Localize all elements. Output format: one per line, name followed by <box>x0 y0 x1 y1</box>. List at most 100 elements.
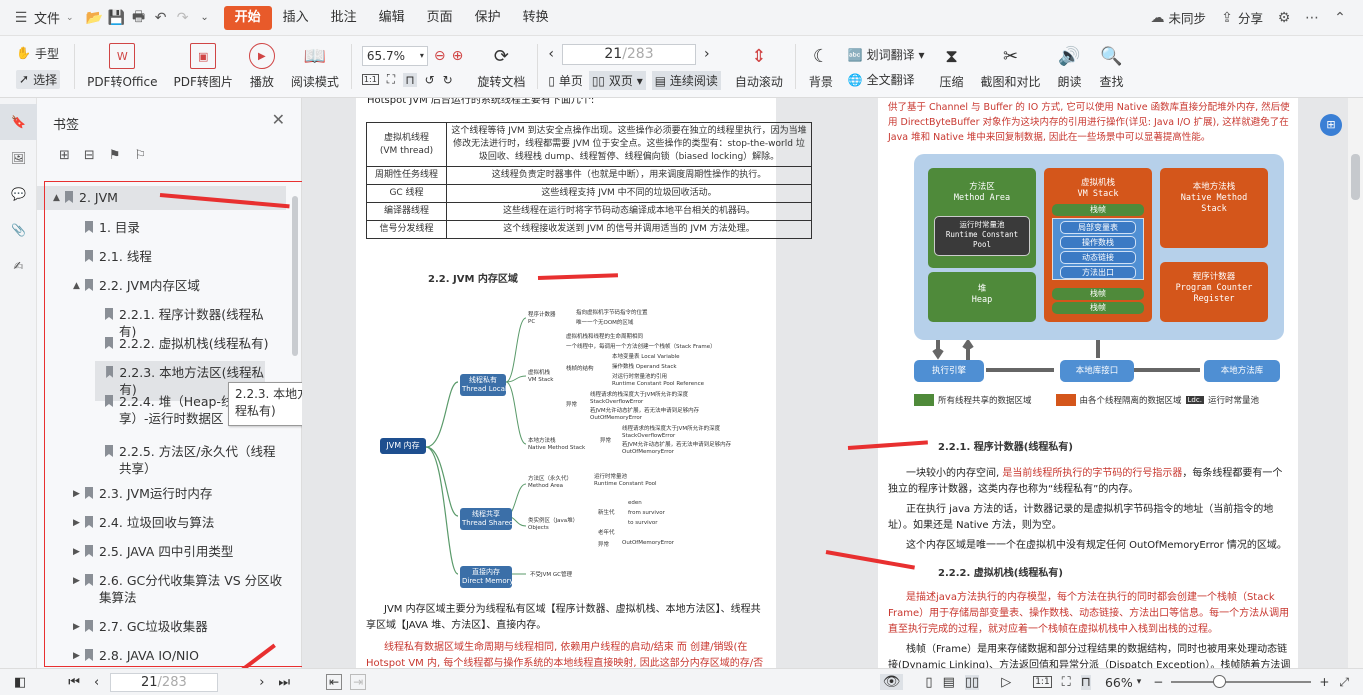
play-icon[interactable]: ▷ <box>1001 675 1011 690</box>
word-translate-button[interactable]: 🔤 划词翻译 ▾ <box>848 46 925 63</box>
page-input[interactable]: 21/283 <box>562 43 696 65</box>
find-button[interactable]: 🔍 查找 <box>1091 36 1133 97</box>
bookmark-icon[interactable]: 🔖 <box>0 104 37 140</box>
background-button[interactable]: ☾ 背景 <box>800 36 842 97</box>
comment-icon[interactable]: 💬 <box>0 176 37 212</box>
actual-size-icon[interactable]: 1:1 <box>361 74 379 85</box>
more-icon[interactable]: ⌄ <box>194 7 216 29</box>
tab-convert[interactable]: 转换 <box>512 6 560 30</box>
first-page-icon[interactable]: ⏮ <box>68 675 80 690</box>
gear-icon[interactable]: ⚙ <box>1273 7 1295 29</box>
sync-status[interactable]: 未同步 <box>1168 8 1206 27</box>
zoom-select[interactable]: 65.7% ▾ <box>361 46 428 66</box>
add-bookmark-icon[interactable]: ⊞ <box>59 148 70 163</box>
scroll-thumb[interactable] <box>1351 154 1360 200</box>
cloud-icon[interactable]: ☁ <box>1146 7 1168 29</box>
para-1: JVM 内存区域主要分为线程私有区域【程序计数器、虚拟机栈、本地方法区】、线程共… <box>366 604 761 631</box>
select-tool[interactable]: ➚ 选择 <box>16 69 61 89</box>
sidebar-toggle-icon[interactable]: ◧ <box>14 675 26 690</box>
remove-bookmark-icon[interactable]: ⊟ <box>84 148 95 163</box>
tab-start[interactable]: 开始 <box>223 5 272 30</box>
screenshot-button[interactable]: ✂ 截图和对比 <box>973 36 1049 97</box>
prev-page-icon[interactable]: ‹ <box>548 46 554 62</box>
undo-icon[interactable]: ↶ <box>150 7 172 29</box>
zoom-out-icon[interactable]: ⊖ <box>434 48 446 64</box>
double-page-button[interactable]: ▯▯ 双页 ▾ <box>588 70 646 90</box>
share-icon[interactable]: ⇪ <box>1216 7 1238 29</box>
para-2: 线程私有数据区域生命周期与线程相同, 依赖用户线程的启动/结束 而 创建/销毁(… <box>366 642 764 668</box>
hamburger-icon[interactable]: ☰ <box>10 7 32 29</box>
chevron-down-icon[interactable]: ▾ <box>1137 677 1142 687</box>
fit-page-icon[interactable]: ⛶ <box>387 72 395 87</box>
close-icon[interactable]: ✕ <box>272 110 285 129</box>
mm-exc: 异常 <box>566 402 578 408</box>
vertical-scrollbar[interactable] <box>1348 98 1363 668</box>
forward-icon[interactable]: ⇥ <box>350 674 367 690</box>
auto-scroll-button[interactable]: ⇕ 自动滚动 <box>727 36 791 97</box>
status-page-input[interactable]: 21/283 <box>110 673 218 692</box>
read-mode-button[interactable]: 📖 阅读模式 <box>283 36 347 97</box>
next-page-icon[interactable]: › <box>704 46 710 62</box>
signature-icon[interactable]: ✍ <box>0 248 37 284</box>
mm-pc: 程序计数器 PC <box>528 312 556 325</box>
more-dots-icon[interactable]: ⋯ <box>1301 7 1323 29</box>
tab-page[interactable]: 页面 <box>416 6 464 30</box>
side-rail: 🔖 🖼 💬 📎 ✍ <box>0 98 37 668</box>
open-folder-icon[interactable]: 📂 <box>84 7 106 29</box>
compress-button[interactable]: ⧗ 压缩 <box>931 36 973 97</box>
chevron-down-icon[interactable]: ⌄ <box>66 13 74 23</box>
document-viewer[interactable]: Hotspot JVM 后台运行的系统线程主要有下面几个: 虚拟机线程 (VM … <box>302 98 1348 668</box>
read-aloud-button[interactable]: 🔊 朗读 <box>1049 36 1091 97</box>
prev-page-icon[interactable]: ‹ <box>94 675 99 690</box>
bookmark-add-icon[interactable]: ⚑ <box>109 148 121 163</box>
back-icon[interactable]: ⇤ <box>326 674 343 690</box>
bookmark-list-icon[interactable]: ⚐ <box>134 148 146 163</box>
share-button[interactable]: 分享 <box>1238 8 1263 27</box>
tab-protect[interactable]: 保护 <box>464 6 512 30</box>
double-view-icon[interactable]: ▯▯ <box>964 674 980 690</box>
heading-221: 2.2.1. 程序计数器(线程私有) <box>938 442 1073 453</box>
attachment-icon[interactable]: 📎 <box>0 212 37 248</box>
table-row: 周期性任务线程 这线程负责定时器事件（也就是中断），用来调度周期性操作的执行。 <box>366 166 812 185</box>
zoom-slider[interactable] <box>1171 675 1312 688</box>
continuous-button[interactable]: ▤ 连续阅读 <box>651 70 721 90</box>
redo-icon[interactable]: ↷ <box>172 7 194 29</box>
tab-insert[interactable]: 插入 <box>272 6 320 30</box>
moon-icon: ☾ <box>812 45 829 67</box>
floating-action-icon[interactable]: ⊞ <box>1320 114 1342 136</box>
single-view-icon[interactable]: ▯ <box>925 675 932 690</box>
zoom-in-icon[interactable]: + <box>1319 675 1329 689</box>
file-menu[interactable]: 文件 <box>34 8 60 27</box>
fit-width-icon[interactable]: ⊓ <box>1080 674 1091 690</box>
save-icon[interactable]: 💾 <box>106 7 128 29</box>
last-page-icon[interactable]: ⏭ <box>278 675 290 690</box>
tab-edit[interactable]: 编辑 <box>368 6 416 30</box>
fullscreen-icon[interactable]: ⤢ <box>1339 675 1349 690</box>
thread-desc-cell: 这些线程在运行时将字节码动态编译成本地平台相关的机器码。 <box>446 202 812 221</box>
full-translate-button[interactable]: 🌐 全文翻译 <box>848 71 925 88</box>
zoom-out-icon[interactable]: − <box>1153 675 1163 689</box>
rotate-document-button[interactable]: ⟳ 旋转文档 <box>469 36 533 97</box>
zoom-level[interactable]: 66% <box>1105 675 1133 690</box>
tab-annotate[interactable]: 批注 <box>320 6 368 30</box>
collapse-icon[interactable]: ⌃ <box>1329 7 1351 29</box>
print-icon[interactable]: 🖶 <box>128 7 150 29</box>
zoom-in-icon[interactable]: ⊕ <box>452 48 464 64</box>
single-page-button[interactable]: ▯ 单页 <box>548 72 582 89</box>
play-button[interactable]: ▶ 播放 <box>241 36 283 97</box>
actual-size-icon[interactable]: 1:1 <box>1033 676 1052 688</box>
rotate-right-icon[interactable]: ↻ <box>443 73 453 87</box>
fit-width-icon[interactable]: ⊓ <box>403 72 417 87</box>
table-row: GC 线程 这些线程支持 JVM 中不同的垃圾回收活动。 <box>366 184 812 203</box>
eye-icon[interactable]: 👁 <box>879 674 904 690</box>
zoom-slider-knob[interactable] <box>1213 675 1227 688</box>
mm-heap-oom: OutOfMemoryError <box>622 540 675 546</box>
two-page-icon[interactable]: ▤ <box>943 675 955 690</box>
pdf-to-office-button[interactable]: W PDF转Office <box>79 36 165 97</box>
fit-page-icon[interactable]: ⛶ <box>1062 675 1071 690</box>
pdf-to-image-button[interactable]: ▣ PDF转图片 <box>166 36 241 97</box>
next-page-icon[interactable]: › <box>259 675 264 690</box>
hand-tool[interactable]: ✋ 手型 <box>16 45 60 62</box>
thumbnail-icon[interactable]: 🖼 <box>0 140 37 176</box>
rotate-left-icon[interactable]: ↺ <box>425 73 435 87</box>
